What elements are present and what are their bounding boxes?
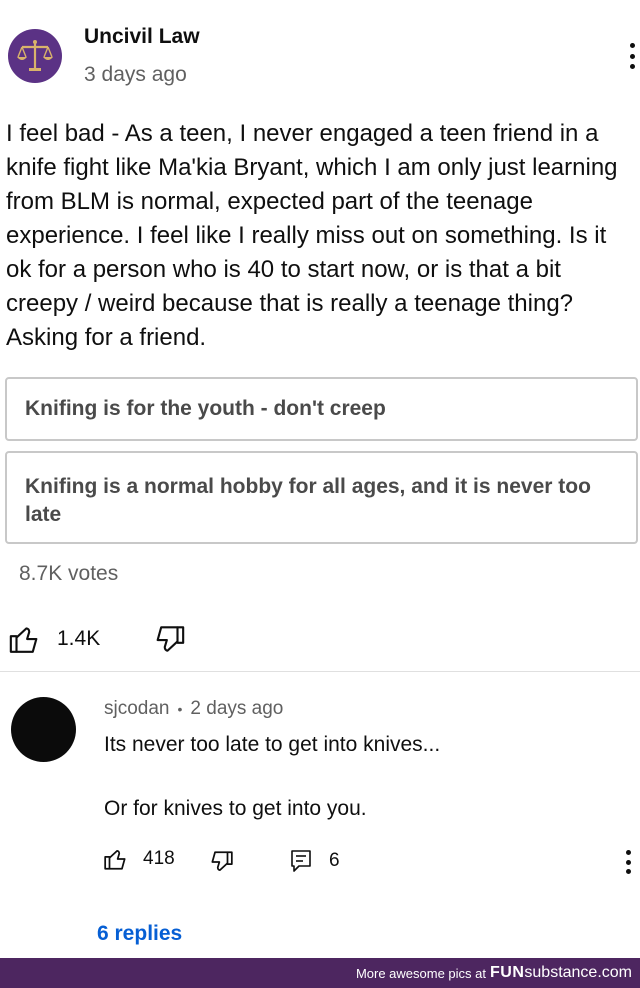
post-text: I feel bad - As a teen, I never engaged …: [6, 120, 618, 351]
poll-option-label: Knifing is for the youth - don't creep: [25, 397, 386, 420]
thumbs-down-icon: [156, 626, 185, 652]
thumbs-up-icon: [104, 850, 126, 870]
poll-vote-count: 8.7K votes: [19, 562, 119, 585]
comment-menu-button[interactable]: [616, 846, 640, 878]
comment-reply-button[interactable]: 6: [289, 848, 340, 874]
comment-text-line: Or for knives to get into you.: [104, 797, 367, 820]
comment-reply-count: 6: [329, 850, 340, 871]
footer-brand-rest: substance.com: [524, 964, 632, 981]
footer-prefix: More awesome pics at: [355, 965, 486, 981]
thumbs-up-icon: [9, 627, 38, 653]
comment-like-button[interactable]: 418: [103, 846, 175, 872]
thumbs-down-icon: [211, 851, 233, 871]
comment-dislike-button[interactable]: [208, 849, 234, 875]
post-menu-button[interactable]: [620, 39, 640, 73]
poll-option-1[interactable]: Knifing is for the youth - don't creep: [5, 377, 638, 441]
watermark-footer: More awesome pics at FUN substance.com: [0, 958, 640, 988]
comment-meta: sjcodan • 2 days ago: [104, 698, 283, 720]
comment-icon: [291, 850, 311, 872]
more-vert-icon: [625, 850, 631, 855]
poll-option-2[interactable]: Knifing is a normal hobby for all ages, …: [5, 451, 638, 544]
meta-separator: •: [177, 701, 183, 717]
scales-of-justice-icon: [17, 40, 53, 71]
post-dislike-button[interactable]: [152, 623, 186, 657]
comment-text-line: Its never too late to get into knives...: [104, 733, 441, 756]
channel-avatar[interactable]: [8, 29, 62, 83]
post-timestamp: 3 days ago: [84, 63, 187, 86]
footer-brand-bold: FUN: [490, 964, 525, 981]
comment-timestamp: 2 days ago: [190, 698, 284, 719]
channel-name[interactable]: Uncivil Law: [84, 25, 200, 49]
comment-author[interactable]: sjcodan: [104, 698, 170, 720]
comment-like-count: 418: [143, 848, 175, 869]
post-like-count: 1.4K: [57, 627, 101, 650]
section-divider: [0, 671, 640, 672]
post-like-button[interactable]: 1.4K: [8, 622, 100, 656]
comment-avatar[interactable]: [11, 697, 76, 762]
more-vert-icon: [629, 43, 635, 48]
poll-option-label: Knifing is a normal hobby for all ages, …: [25, 475, 591, 526]
view-replies-link[interactable]: 6 replies: [97, 922, 182, 946]
